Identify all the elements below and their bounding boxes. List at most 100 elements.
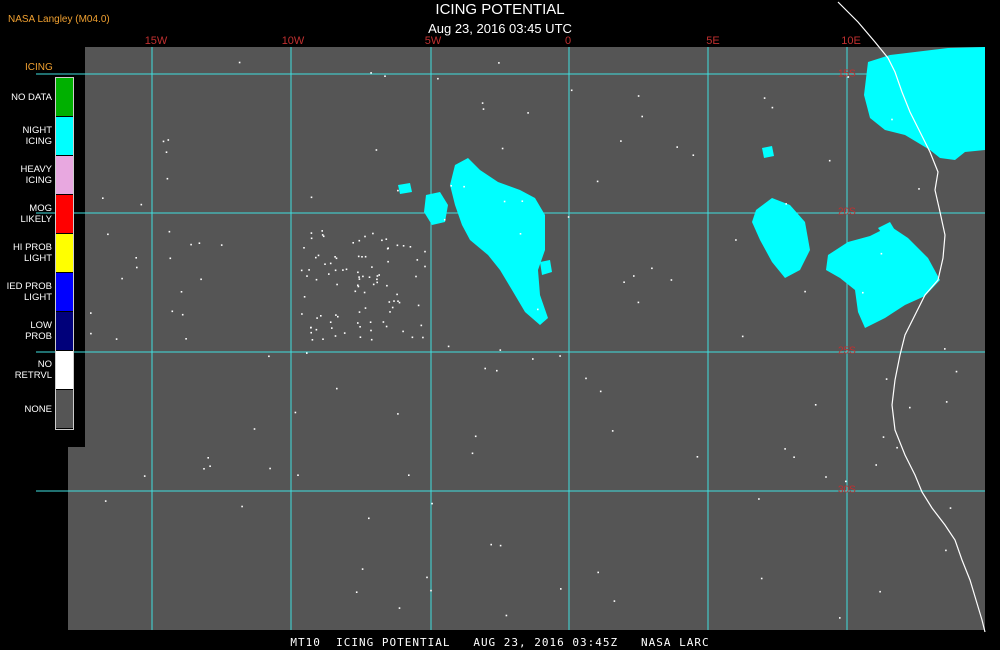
noise-pixel: [785, 203, 787, 205]
noise-pixel: [424, 265, 426, 268]
noise-pixel: [447, 345, 450, 348]
legend-label: HEAVY ICING: [20, 164, 52, 186]
noise-pixel: [885, 378, 888, 380]
footer-caption: MT10 ICING POTENTIAL AUG 23, 2016 03:45Z…: [290, 636, 710, 649]
noise-pixel: [482, 108, 485, 110]
noise-pixel: [758, 498, 760, 500]
noise-pixel: [741, 335, 744, 338]
noise-pixel: [169, 257, 172, 260]
legend-label: IED PROB LIGHT: [6, 281, 52, 303]
legend-label: HI PROB LIGHT: [12, 242, 52, 264]
noise-pixel: [102, 197, 104, 199]
noise-pixel: [363, 291, 366, 294]
legend-frame: [55, 77, 74, 430]
noise-pixel: [945, 401, 948, 403]
noise-pixel: [135, 257, 137, 259]
noise-pixel: [207, 457, 209, 459]
legend-label: NO RETRVL: [14, 359, 52, 381]
noise-pixel: [521, 200, 524, 202]
legend-label: NIGHT ICING: [22, 125, 52, 147]
noise-pixel: [310, 196, 313, 199]
noise-pixel: [369, 321, 372, 323]
noise-pixel: [372, 283, 375, 286]
noise-pixel: [301, 313, 303, 315]
noise-pixel: [329, 262, 332, 265]
noise-pixel: [498, 62, 500, 64]
noise-pixel: [181, 313, 184, 316]
noise-pixel: [620, 140, 622, 142]
noise-pixel: [268, 355, 270, 358]
noise-pixel: [396, 244, 399, 247]
noise-pixel: [121, 277, 123, 280]
noise-pixel: [450, 185, 452, 187]
noise-pixel: [437, 77, 439, 80]
noise-pixel: [814, 404, 817, 406]
noise-pixel: [372, 232, 374, 235]
noise-pixel: [198, 242, 201, 244]
noise-pixel: [426, 576, 428, 579]
noise-pixel: [481, 102, 484, 104]
noise-pixel: [696, 456, 699, 458]
noise-pixel: [315, 278, 318, 281]
noise-pixel: [269, 467, 271, 470]
noise-pixel: [949, 507, 952, 509]
noise-pixel: [613, 600, 616, 602]
noise-pixel: [357, 284, 359, 287]
noise-pixel: [190, 243, 192, 246]
noise-pixel: [357, 255, 360, 258]
legend-label: NO DATA: [11, 91, 52, 103]
noise-pixel: [443, 218, 446, 221]
noise-pixel: [316, 317, 318, 319]
noise-pixel: [308, 269, 310, 271]
noise-pixel: [955, 370, 958, 373]
lat-label: 20S: [838, 206, 856, 218]
noise-pixel: [503, 200, 506, 203]
noise-pixel: [825, 476, 827, 478]
noise-pixel: [784, 448, 786, 450]
noise-pixel: [880, 252, 883, 255]
noise-pixel: [424, 250, 426, 253]
noise-pixel: [300, 269, 303, 272]
noise-pixel: [168, 230, 171, 233]
noise-pixel: [385, 325, 388, 328]
noise-pixel: [388, 301, 391, 303]
noise-pixel: [875, 464, 877, 466]
noise-pixel: [364, 307, 367, 309]
noise-pixel: [384, 75, 386, 77]
noise-pixel: [368, 517, 370, 520]
noise-pixel: [527, 112, 529, 114]
noise-pixel: [398, 301, 401, 304]
noise-pixel: [760, 577, 763, 580]
noise-pixel: [376, 281, 378, 284]
noise-pixel: [90, 332, 92, 335]
noise-pixel: [335, 314, 337, 316]
noise-pixel: [359, 326, 361, 328]
noise-pixel: [355, 591, 358, 593]
noise-pixel: [386, 284, 388, 287]
noise-pixel: [358, 311, 361, 313]
noise-pixel: [420, 324, 423, 327]
noise-pixel: [611, 430, 614, 432]
noise-pixel: [115, 338, 118, 340]
lat-label: 30S: [838, 484, 856, 496]
noise-pixel: [162, 140, 165, 143]
noise-pixel: [166, 177, 169, 180]
noise-pixel: [382, 321, 385, 323]
noise-pixel: [463, 185, 465, 188]
noise-pixel: [735, 239, 737, 241]
noise-pixel: [140, 203, 143, 206]
legend-label: NONE: [24, 403, 52, 415]
lat-label: 15S: [838, 68, 856, 80]
noise-pixel: [321, 230, 323, 232]
noise-pixel: [107, 233, 109, 236]
noise-pixel: [862, 291, 864, 294]
noise-pixel: [336, 387, 338, 390]
noise-pixel: [397, 189, 399, 192]
noise-pixel: [337, 315, 339, 318]
noise-pixel: [381, 239, 383, 242]
map-title: ICING POTENTIAL: [435, 1, 565, 18]
noise-pixel: [771, 106, 774, 109]
noise-pixel: [331, 327, 333, 329]
noise-pixel: [315, 256, 317, 259]
noise-pixel: [310, 232, 313, 234]
